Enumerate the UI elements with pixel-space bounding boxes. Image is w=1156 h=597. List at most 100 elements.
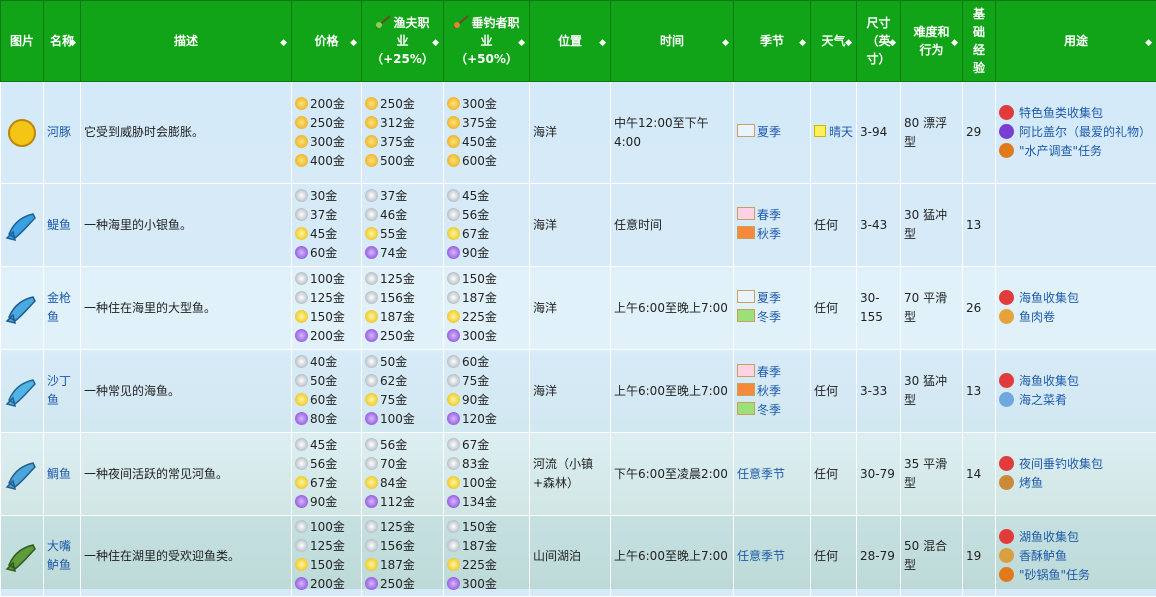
header-location[interactable]: 位置◆ — [530, 1, 611, 82]
price-entry: 74金 — [365, 244, 440, 263]
price-entry: 60金 — [447, 353, 526, 372]
sort-icon[interactable]: ◆ — [599, 34, 606, 52]
season-link[interactable]: 任意季节 — [737, 549, 785, 563]
quality-star-icon — [447, 539, 460, 552]
header-size[interactable]: 尺寸（英寸）◆ — [857, 1, 901, 82]
price-entry: 90金 — [295, 493, 358, 512]
sort-icon[interactable]: ◆ — [799, 34, 806, 52]
sardine-icon[interactable] — [5, 374, 39, 408]
season-link[interactable]: 秋季 — [757, 227, 781, 241]
quality-star-icon — [295, 246, 308, 259]
sort-icon[interactable]: ◆ — [280, 34, 287, 52]
bream-icon[interactable] — [5, 457, 39, 491]
header-season[interactable]: 季节◆ — [734, 1, 811, 82]
fish-name-link[interactable]: 大嘴鲈鱼 — [47, 539, 71, 572]
header-use[interactable]: 用途◆ — [996, 1, 1156, 82]
difficulty-value: 30 猛冲型 — [904, 374, 947, 407]
time-cell: 下午6:00至凌晨2:00 — [611, 433, 734, 516]
quality-star-icon — [365, 438, 378, 451]
sort-icon[interactable]: ◆ — [722, 34, 729, 52]
season-link[interactable]: 冬季 — [757, 403, 781, 417]
fish-name-link[interactable]: 沙丁鱼 — [47, 374, 71, 407]
fish-image-wrap — [4, 539, 40, 573]
weather-cell: 任何 — [811, 433, 857, 516]
sort-icon[interactable]: ◆ — [432, 34, 439, 52]
header-desc[interactable]: 描述◆ — [81, 1, 292, 82]
xp-value: 29 — [966, 125, 981, 139]
sort-icon[interactable]: ◆ — [69, 34, 76, 52]
use-cell — [996, 184, 1156, 267]
price-value: 45金 — [310, 227, 337, 241]
spring-icon — [737, 364, 755, 377]
price-entry: 150金 — [447, 270, 526, 289]
use-link[interactable]: "水产调查"任务 — [1019, 144, 1102, 158]
price-value: 300金 — [462, 329, 497, 343]
price-entry: 60金 — [295, 391, 358, 410]
sort-icon[interactable]: ◆ — [951, 34, 958, 52]
price-entry: 187金 — [447, 289, 526, 308]
weather-text: 任何 — [814, 384, 838, 398]
header-xp[interactable]: 基础经验 — [963, 1, 996, 82]
fish-name-link[interactable]: 鳀鱼 — [47, 218, 71, 232]
fish-name-link[interactable]: 鲷鱼 — [47, 467, 71, 481]
use-link[interactable]: 阿比盖尔（最爱的礼物） — [1019, 125, 1151, 139]
price-entry: 56金 — [295, 455, 358, 474]
fish-name-link[interactable]: 河豚 — [47, 125, 71, 139]
pufferfish-icon[interactable] — [5, 116, 39, 150]
sort-icon[interactable]: ◆ — [518, 34, 525, 52]
season-link[interactable]: 夏季 — [757, 291, 781, 305]
abigail-icon — [999, 124, 1014, 139]
season-link[interactable]: 春季 — [757, 208, 781, 222]
season-link[interactable]: 夏季 — [757, 125, 781, 139]
sort-icon[interactable]: ◆ — [845, 34, 852, 52]
header-name[interactable]: 名称◆ — [44, 1, 81, 82]
use-link[interactable]: 鱼肉卷 — [1019, 310, 1055, 324]
quality-star-icon — [447, 393, 460, 406]
season-entry: 夏季 — [737, 123, 807, 142]
sort-icon[interactable]: ◆ — [350, 34, 357, 52]
table-row: 鲷鱼一种夜间活跃的常见河鱼。45金56金67金90金56金70金84金112金6… — [1, 433, 1156, 516]
weather-link[interactable]: 晴天 — [829, 125, 853, 139]
header-price[interactable]: 价格◆ — [292, 1, 362, 82]
quest-icon — [999, 143, 1014, 158]
size-value: 30-79 — [860, 467, 895, 481]
use-link[interactable]: 海鱼收集包 — [1019, 374, 1079, 388]
price-entry: 187金 — [365, 308, 440, 327]
header-fisher[interactable]: 渔夫职业（+25%）◆ — [362, 1, 444, 82]
xp-value: 13 — [966, 218, 981, 232]
use-link[interactable]: 海鱼收集包 — [1019, 291, 1079, 305]
sort-icon[interactable]: ◆ — [1145, 34, 1152, 52]
sort-icon[interactable]: ◆ — [889, 34, 896, 52]
use-link[interactable]: 海之菜肴 — [1019, 393, 1067, 407]
season-link[interactable]: 任意季节 — [737, 467, 785, 481]
weather-cell: 任何 — [811, 516, 857, 597]
price-value: 56金 — [462, 208, 489, 222]
price-entry: 90金 — [447, 391, 526, 410]
season-link[interactable]: 冬季 — [757, 310, 781, 324]
largemouth-bass-icon[interactable] — [5, 539, 39, 573]
price-value: 60金 — [310, 246, 337, 260]
anchovy-icon[interactable] — [5, 208, 39, 242]
use-entry: 鱼肉卷 — [999, 308, 1153, 327]
fish-image-cell — [1, 184, 44, 267]
use-link[interactable]: 香酥鲈鱼 — [1019, 549, 1067, 563]
fish-desc-cell: 一种常见的海鱼。 — [81, 350, 292, 433]
fish-name-link[interactable]: 金枪鱼 — [47, 291, 71, 324]
use-link[interactable]: 特色鱼类收集包 — [1019, 106, 1103, 120]
summer-icon — [737, 124, 755, 137]
season-link[interactable]: 秋季 — [757, 384, 781, 398]
season-link[interactable]: 春季 — [757, 365, 781, 379]
use-link[interactable]: "砂锅鱼"任务 — [1019, 568, 1090, 582]
header-difficulty[interactable]: 难度和行为◆ — [901, 1, 963, 82]
tuna-icon[interactable] — [5, 291, 39, 325]
price-value: 200金 — [310, 97, 345, 111]
location-text: 海洋 — [533, 125, 557, 139]
use-link[interactable]: 湖鱼收集包 — [1019, 530, 1079, 544]
time-cell: 上午6:00至晚上7:00 — [611, 267, 734, 350]
header-time[interactable]: 时间◆ — [611, 1, 734, 82]
use-link[interactable]: 夜间垂钓收集包 — [1019, 457, 1103, 471]
header-angler[interactable]: 垂钓者职业（+50%）◆ — [444, 1, 530, 82]
fish-image-cell — [1, 516, 44, 597]
header-weather[interactable]: 天气◆ — [811, 1, 857, 82]
use-link[interactable]: 烤鱼 — [1019, 476, 1043, 490]
